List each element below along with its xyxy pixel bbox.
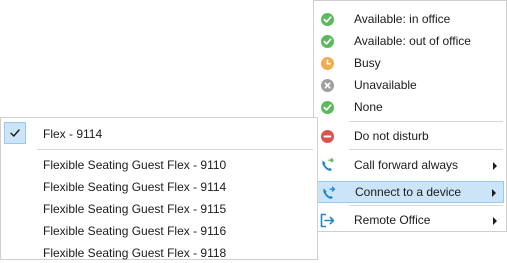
- menu-item-available-out-of-office[interactable]: Available: out of office: [314, 30, 506, 52]
- exit-arrow-icon: [320, 213, 335, 228]
- menu-item-remote-office[interactable]: Remote Office: [314, 209, 506, 231]
- minus-circle-icon: [320, 129, 335, 144]
- menu-item-label: Available: in office: [354, 12, 451, 26]
- check-circle-icon: [320, 100, 335, 115]
- device-item-label: Flexible Seating Guest Flex - 9110: [43, 158, 227, 172]
- menu-item-call-forward-always[interactable]: Call forward always: [314, 154, 506, 176]
- menu-item-connect-to-device[interactable]: Connect to a device: [316, 181, 504, 203]
- menu-item-label: None: [354, 100, 383, 114]
- menu-item-label: Available: out of office: [354, 34, 471, 48]
- device-item-label: Flexible Seating Guest Flex - 9116: [43, 224, 227, 238]
- device-item[interactable]: Flexible Seating Guest Flex - 9115: [1, 197, 317, 219]
- menu-separator: [37, 149, 313, 150]
- checkmark-icon: [4, 122, 26, 144]
- device-item[interactable]: Flexible Seating Guest Flex - 9114: [1, 175, 317, 197]
- menu-item-do-not-disturb[interactable]: Do not disturb: [314, 125, 506, 147]
- device-item-label: Flexible Seating Guest Flex - 9114: [43, 180, 227, 194]
- device-item-selected[interactable]: Flex - 9114: [1, 122, 317, 144]
- device-item-label: Flex - 9114: [43, 127, 103, 141]
- menu-item-unavailable[interactable]: Unavailable: [314, 74, 506, 96]
- menu-item-available-in-office[interactable]: Available: in office: [314, 8, 506, 30]
- clock-icon: [320, 56, 335, 71]
- check-circle-icon: [320, 12, 335, 27]
- menu-item-none[interactable]: None: [314, 96, 506, 118]
- device-item[interactable]: Flexible Seating Guest Flex - 9116: [1, 219, 317, 241]
- menu-separator: [349, 121, 503, 122]
- submenu-arrow-icon: [492, 189, 496, 197]
- presence-status-menu: Available: in office Available: out of o…: [313, 0, 507, 232]
- menu-item-label: Call forward always: [354, 158, 459, 172]
- device-item-label: Flexible Seating Guest Flex - 9115: [43, 202, 227, 216]
- menu-item-label: Busy: [354, 56, 381, 70]
- submenu-arrow-icon: [493, 217, 497, 225]
- check-circle-icon: [320, 34, 335, 49]
- submenu-arrow-icon: [493, 162, 497, 170]
- menu-separator: [349, 205, 503, 206]
- menu-item-label: Remote Office: [354, 213, 431, 227]
- phone-connect-icon: [321, 186, 336, 201]
- device-submenu: Flex - 9114 Flexible Seating Guest Flex …: [0, 117, 318, 260]
- phone-forward-icon: [320, 158, 335, 173]
- menu-item-label: Unavailable: [354, 78, 417, 92]
- x-circle-icon: [320, 78, 335, 93]
- menu-item-label: Do not disturb: [354, 129, 429, 143]
- menu-item-busy[interactable]: Busy: [314, 52, 506, 74]
- menu-item-label: Connect to a device: [355, 185, 462, 199]
- device-item[interactable]: Flexible Seating Guest Flex - 9110: [1, 153, 317, 175]
- device-item-label: Flexible Seating Guest Flex - 9118: [43, 246, 227, 260]
- menu-separator: [349, 149, 503, 150]
